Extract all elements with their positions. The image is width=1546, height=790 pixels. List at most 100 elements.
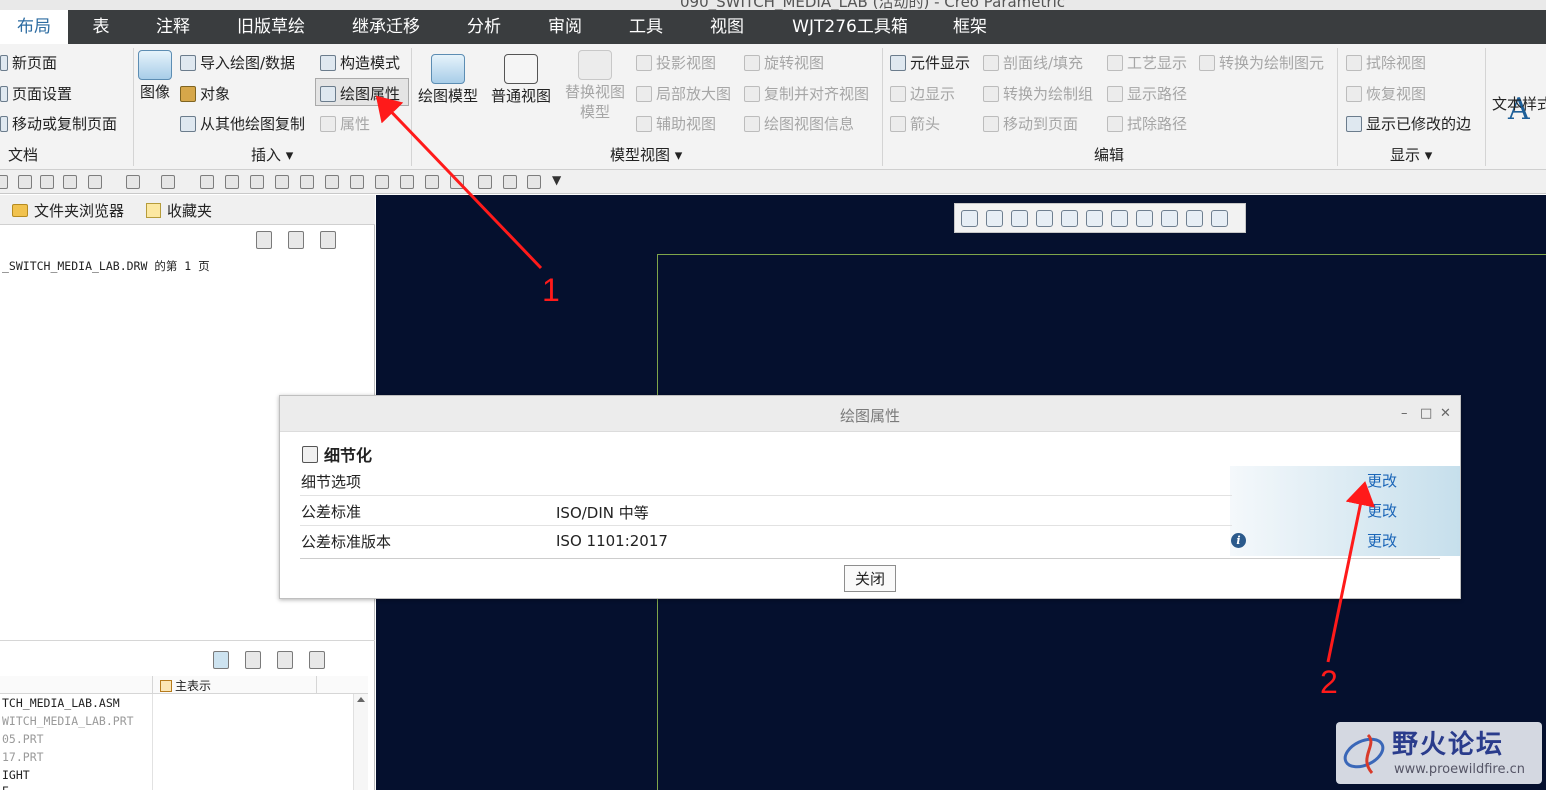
model-tree-item[interactable]: E bbox=[2, 784, 9, 790]
dimension-icon[interactable] bbox=[503, 175, 517, 189]
move-icon[interactable] bbox=[250, 175, 264, 189]
model-tree-item[interactable]: TCH_MEDIA_LAB.ASM bbox=[2, 696, 120, 710]
model-tree-display-icon[interactable] bbox=[309, 651, 325, 669]
tab-wjt276-toolbox[interactable]: WJT276工具箱 bbox=[780, 10, 920, 44]
datum-points-icon[interactable] bbox=[1186, 209, 1203, 227]
group-label-display[interactable]: 显示 ▾ bbox=[1390, 144, 1432, 165]
projection-view-button[interactable]: 投影视图 bbox=[636, 52, 716, 73]
display-style-icon[interactable] bbox=[1061, 209, 1078, 227]
erase-view-button[interactable]: 拭除视图 bbox=[1346, 52, 1426, 73]
drawing-properties-button[interactable]: 绘图属性 bbox=[320, 83, 400, 104]
tab-review[interactable]: 审阅 bbox=[536, 10, 594, 44]
model-tree-settings-icon[interactable] bbox=[245, 651, 261, 669]
tab-frame[interactable]: 框架 bbox=[940, 10, 1000, 44]
redo-icon[interactable] bbox=[126, 175, 140, 189]
erase-path-button[interactable]: 拭除路径 bbox=[1107, 113, 1187, 134]
resume-view-button[interactable]: 恢复视图 bbox=[1346, 83, 1426, 104]
move-copy-page-button[interactable]: 移动或复制页面 bbox=[0, 113, 117, 134]
construct-mode-button[interactable]: 构造模式 bbox=[320, 52, 400, 73]
object-button[interactable]: 对象 bbox=[180, 83, 230, 104]
tab-view[interactable]: 视图 bbox=[698, 10, 756, 44]
arrow-button[interactable]: 箭头 bbox=[890, 113, 940, 134]
convert-to-group-button[interactable]: 转换为绘制组 bbox=[983, 83, 1093, 104]
component-display-button[interactable]: 元件显示 bbox=[890, 52, 970, 73]
process-display-button[interactable]: 工艺显示 bbox=[1107, 52, 1187, 73]
minimize-icon[interactable]: – bbox=[1401, 406, 1408, 421]
copy-from-other-drawing-button[interactable]: 从其他绘图复制 bbox=[180, 113, 305, 134]
rotate-icon[interactable] bbox=[400, 175, 414, 189]
tab-legacy-migration[interactable]: 继承迁移 bbox=[343, 10, 429, 44]
tree-settings-icon[interactable] bbox=[256, 231, 272, 249]
spline-icon[interactable] bbox=[350, 175, 364, 189]
group-label-model-views[interactable]: 模型视图 ▾ bbox=[610, 144, 682, 165]
save-icon[interactable] bbox=[18, 175, 32, 189]
dialog-titlebar[interactable]: 绘图属性 – □ ✕ bbox=[280, 396, 1460, 432]
model-tree-filter-icon[interactable] bbox=[277, 651, 293, 669]
snap-icon[interactable] bbox=[325, 175, 339, 189]
tab-legacy-sketch[interactable]: 旧版草绘 bbox=[226, 10, 316, 44]
model-tree-item[interactable]: 17.PRT bbox=[2, 750, 44, 764]
general-view-button[interactable]: 普通视图 bbox=[491, 54, 551, 106]
convert-to-draft-button[interactable]: 转换为绘制图元 bbox=[1199, 52, 1324, 73]
show-path-button[interactable]: 显示路径 bbox=[1107, 83, 1187, 104]
mirror-icon[interactable] bbox=[375, 175, 389, 189]
model-tree-item[interactable]: IGHT bbox=[2, 768, 30, 782]
undo-icon[interactable] bbox=[88, 175, 102, 189]
saved-views-icon[interactable] bbox=[1111, 209, 1128, 227]
view-info-button[interactable]: 绘图视图信息 bbox=[744, 113, 854, 134]
paste-icon[interactable] bbox=[225, 175, 239, 189]
cross-icon[interactable] bbox=[300, 175, 314, 189]
regenerate-icon[interactable] bbox=[0, 175, 8, 189]
panel-divider[interactable] bbox=[0, 640, 375, 641]
select-box-icon[interactable] bbox=[161, 175, 175, 189]
auxiliary-view-button[interactable]: 辅助视图 bbox=[636, 113, 716, 134]
refresh-icon[interactable] bbox=[425, 175, 439, 189]
new-page-button[interactable]: 新页面 bbox=[0, 52, 57, 73]
show-modified-edges-button[interactable]: 显示已修改的边 bbox=[1346, 113, 1471, 134]
tree-filter-icon[interactable] bbox=[288, 231, 304, 249]
zoom-in-icon[interactable] bbox=[986, 209, 1003, 227]
shading-icon[interactable] bbox=[1086, 209, 1103, 227]
coordinate-systems-icon[interactable] bbox=[1211, 209, 1228, 227]
copy-align-view-button[interactable]: 复制并对齐视图 bbox=[744, 83, 869, 104]
drawing-tree-page[interactable]: _SWITCH_MEDIA_LAB.DRW 的第 1 页 bbox=[2, 258, 210, 274]
image-button[interactable]: 图像 bbox=[138, 50, 172, 102]
target-icon[interactable] bbox=[478, 175, 492, 189]
properties-button[interactable]: 属性 bbox=[320, 113, 370, 134]
tree-display-icon[interactable] bbox=[320, 231, 336, 249]
tab-folder-browser[interactable]: 文件夹浏览器 bbox=[12, 200, 124, 221]
group-label-insert[interactable]: 插入 ▾ bbox=[251, 144, 293, 165]
tab-analysis[interactable]: 分析 bbox=[454, 10, 514, 44]
page-setup-button[interactable]: 页面设置 bbox=[0, 83, 72, 104]
move-to-page-button[interactable]: 移动到页面 bbox=[983, 113, 1078, 134]
customize-toolbar-icon[interactable]: ▼ bbox=[552, 173, 561, 187]
section-hatch-button[interactable]: 剖面线/填充 bbox=[983, 52, 1083, 73]
save-as-icon[interactable] bbox=[40, 175, 54, 189]
info-icon[interactable]: i bbox=[1231, 533, 1246, 548]
import-drawing-button[interactable]: 导入绘图/数据 bbox=[180, 52, 295, 73]
align-icon[interactable] bbox=[275, 175, 289, 189]
tab-annotate[interactable]: 注释 bbox=[145, 10, 201, 44]
model-tree-scrollbar[interactable] bbox=[353, 694, 368, 790]
drawing-model-button[interactable]: 绘图模型 bbox=[418, 54, 478, 106]
model-tree-item[interactable]: WITCH_MEDIA_LAB.PRT bbox=[2, 714, 134, 728]
model-tree-item[interactable]: 05.PRT bbox=[2, 732, 44, 746]
repaint-icon[interactable] bbox=[1036, 209, 1053, 227]
column-main-representation[interactable]: 主表示 bbox=[160, 677, 211, 694]
tolerance-version-change-link[interactable]: 更改 bbox=[1367, 530, 1397, 551]
tab-layout[interactable]: 布局 bbox=[0, 10, 68, 44]
datum-planes-icon[interactable] bbox=[1136, 209, 1153, 227]
tab-table[interactable]: 表 bbox=[78, 10, 124, 44]
tolerance-standard-change-link[interactable]: 更改 bbox=[1367, 500, 1397, 521]
detail-options-change-link[interactable]: 更改 bbox=[1367, 470, 1397, 491]
edge-display-button[interactable]: 边显示 bbox=[890, 83, 955, 104]
lock-icon[interactable] bbox=[527, 175, 541, 189]
check-icon[interactable] bbox=[63, 175, 77, 189]
layer-icon[interactable] bbox=[450, 175, 464, 189]
text-style-button[interactable]: 文本样式 bbox=[1492, 93, 1546, 114]
scroll-up-icon[interactable] bbox=[357, 697, 365, 702]
zoom-out-icon[interactable] bbox=[1011, 209, 1028, 227]
refit-icon[interactable] bbox=[961, 209, 978, 227]
replace-view-model-button[interactable]: 替换视图模型 bbox=[563, 50, 627, 122]
detailed-view-button[interactable]: 局部放大图 bbox=[636, 83, 731, 104]
